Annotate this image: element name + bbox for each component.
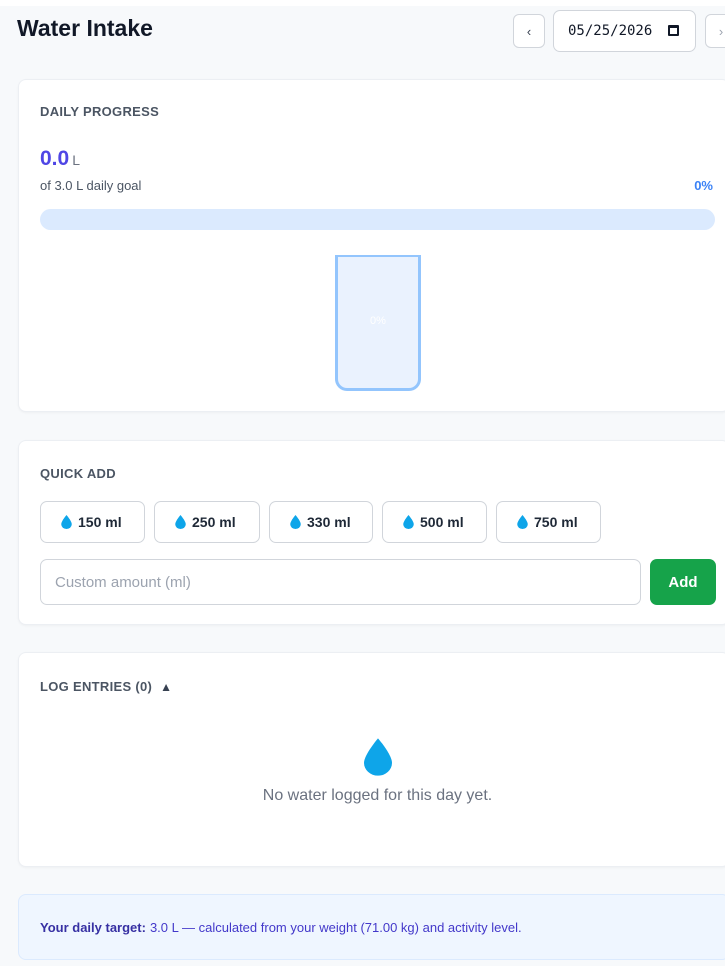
- quick-add-label: 750 ml: [534, 514, 578, 530]
- add-button[interactable]: Add: [650, 559, 716, 605]
- log-entries-heading: LOG ENTRIES (0): [40, 679, 153, 694]
- water-glass-visual: 0%: [335, 255, 421, 391]
- page-title: Water Intake: [17, 15, 153, 41]
- quick-add-card: QUICK ADD 150 ml 250 ml 330 ml 500 ml 75…: [18, 440, 725, 625]
- quick-add-750-button[interactable]: 750 ml: [496, 501, 601, 543]
- custom-amount-input[interactable]: [40, 559, 641, 605]
- water-drop-icon: [61, 515, 72, 529]
- daily-goal-text: of 3.0 L daily goal: [40, 178, 142, 193]
- daily-progress-heading: DAILY PROGRESS: [40, 104, 160, 119]
- quick-add-buttons: 150 ml 250 ml 330 ml 500 ml 750 ml: [40, 501, 601, 543]
- date-picker-input[interactable]: 05/25/2026: [553, 10, 696, 52]
- progress-percent: 0%: [694, 178, 713, 193]
- page-header: Water Intake ‹ 05/25/2026 ›: [0, 6, 725, 62]
- empty-log-message: No water logged for this day yet.: [262, 787, 493, 804]
- log-entries-toggle[interactable]: LOG ENTRIES (0) ▲: [40, 679, 172, 694]
- intake-amount: 0.0 L: [40, 147, 80, 171]
- quick-add-150-button[interactable]: 150 ml: [40, 501, 145, 543]
- quick-add-label: 500 ml: [420, 514, 464, 530]
- water-drop-icon: [403, 515, 414, 529]
- quick-add-label: 250 ml: [192, 514, 236, 530]
- quick-add-500-button[interactable]: 500 ml: [382, 501, 487, 543]
- quick-add-330-button[interactable]: 330 ml: [269, 501, 373, 543]
- next-day-button[interactable]: ›: [705, 14, 725, 48]
- daily-target-label: Your daily target:: [40, 919, 146, 935]
- quick-add-label: 150 ml: [78, 514, 122, 530]
- water-drop-icon: [364, 738, 392, 776]
- daily-target-text: 3.0 L — calculated from your weight (71.…: [149, 919, 522, 935]
- intake-amount-value: 0.0: [40, 147, 70, 170]
- calendar-icon[interactable]: [668, 25, 679, 36]
- daily-progress-card: DAILY PROGRESS 0.0 L of 3.0 L daily goal …: [18, 79, 725, 412]
- quick-add-heading: QUICK ADD: [40, 466, 116, 481]
- daily-target-info: Your daily target: 3.0 L — calculated fr…: [18, 894, 725, 960]
- water-drop-icon: [517, 515, 528, 529]
- quick-add-label: 330 ml: [307, 514, 351, 530]
- intake-amount-unit: L: [72, 152, 80, 168]
- log-entries-card: LOG ENTRIES (0) ▲ No water logged for th…: [18, 652, 725, 867]
- water-glass-percent: 0%: [370, 315, 386, 327]
- water-drop-icon: [290, 515, 301, 529]
- water-drop-icon: [175, 515, 186, 529]
- caret-up-icon: ▲: [160, 679, 173, 694]
- water-intake-page: Water Intake ‹ 05/25/2026 › DAILY PROGRE…: [0, 6, 725, 966]
- progress-bar: [40, 209, 715, 230]
- quick-add-250-button[interactable]: 250 ml: [154, 501, 260, 543]
- previous-day-button[interactable]: ‹: [513, 14, 545, 48]
- date-value: 05/25/2026: [568, 23, 653, 39]
